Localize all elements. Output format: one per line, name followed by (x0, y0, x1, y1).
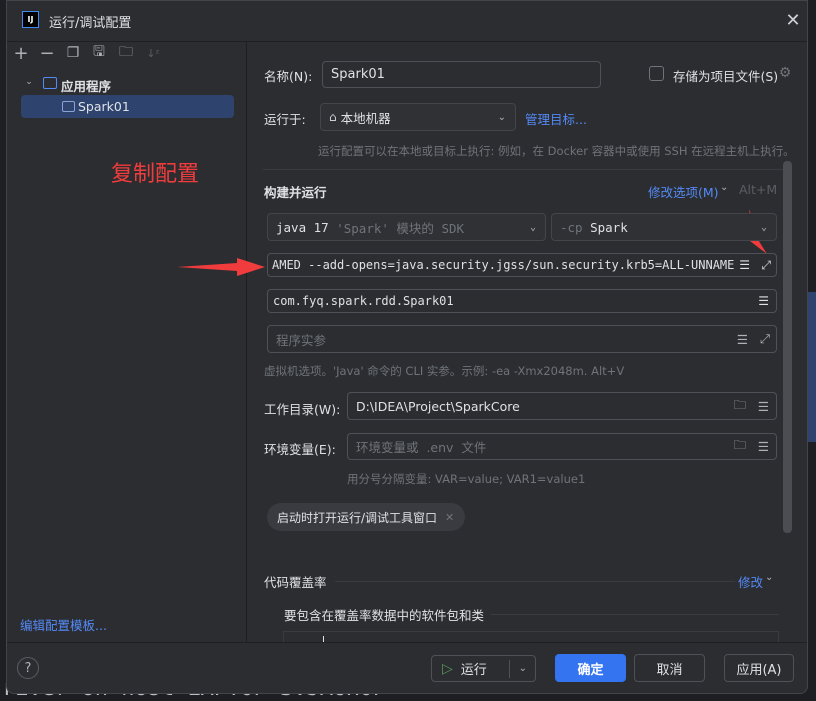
open-tool-window-chip[interactable]: 启动时打开运行/调试工具窗口 ✕ (267, 503, 465, 531)
help-icon[interactable]: ? (17, 657, 39, 679)
footer-divider (7, 642, 807, 643)
dialog-title: 运行/调试配置 (49, 16, 132, 31)
chevron-down-icon: ⌄ (720, 182, 729, 193)
environment-variables-placeholder: 环境变量或 .env 文件 (356, 440, 487, 455)
classpath-value: Spark (590, 219, 628, 235)
coverage-title: 代码覆盖率 (264, 575, 327, 590)
name-input[interactable]: Spark01 (322, 61, 601, 88)
add-icon[interactable]: + (13, 43, 29, 64)
expand-icon[interactable]: ⤢ (761, 257, 771, 273)
program-arguments-input[interactable]: 程序实参 ☰ ⤢ (267, 325, 777, 353)
run-on-value: 本地机器 (340, 110, 391, 126)
document-icon[interactable]: ☰ (758, 399, 769, 414)
annotation-arrow-left (177, 258, 265, 276)
sort-icon: ↓ᶻ (146, 46, 160, 60)
chevron-down-icon: ⌄ (497, 111, 506, 123)
run-label: 运行 (460, 663, 487, 678)
run-on-dropdown[interactable]: ⌂ 本地机器 ⌄ (320, 103, 516, 131)
editor-selection-band (808, 292, 816, 442)
vm-options-value: AMED --add-opens=java.security.jgss/sun.… (272, 258, 742, 272)
document-icon[interactable]: ☰ (735, 258, 750, 272)
new-folder-icon[interactable]: 🗀 (117, 43, 135, 63)
main-class-value: com.fyq.spark.rdd.Spark01 (273, 294, 454, 308)
document-icon[interactable]: ☰ (758, 294, 769, 308)
folder-icon[interactable]: 🗀 (733, 436, 746, 457)
edit-templates-link[interactable]: 编辑配置模板... (20, 615, 107, 634)
scrollbar-thumb[interactable] (783, 161, 792, 533)
name-label: 名称(N): (264, 69, 313, 84)
application-folder-icon (43, 77, 57, 89)
vm-options-input[interactable]: AMED --add-opens=java.security.jgss/sun.… (267, 253, 777, 277)
apply-button[interactable]: 应用(A) (724, 654, 794, 682)
chip-label: 启动时打开运行/调试工具窗口 (277, 510, 438, 525)
working-directory-value: D:\IDEA\Project\SparkCore (356, 398, 520, 414)
coverage-include-divider (491, 614, 779, 615)
jdk-dropdown[interactable]: java 17 'Spark' 模块的 SDK ⌄ (267, 213, 546, 241)
expand-icon[interactable]: ⤢ (760, 331, 770, 347)
environment-variables-label: 环境变量(E): (264, 442, 336, 457)
vm-options-hint: 虚拟机选项。'Java' 命令的 CLI 实参。示例: -ea -Xmx2048… (264, 364, 625, 378)
chevron-down-icon[interactable]: ⌄ (23, 75, 35, 89)
home-icon: ⌂ (329, 110, 337, 124)
main-class-input[interactable]: com.fyq.spark.rdd.Spark01 ☰ (267, 289, 777, 313)
tree-item-label: Spark01 (78, 99, 130, 114)
program-arguments-placeholder: 程序实参 (276, 332, 327, 348)
section-divider (263, 169, 783, 170)
store-as-project-file-label: 存储为项目文件(S) (673, 69, 779, 84)
coverage-divider (335, 581, 735, 582)
modify-options-link[interactable]: 修改选项(M) (648, 182, 719, 201)
jdk-value: java 17 (276, 219, 329, 235)
play-icon: ▷ (442, 660, 453, 677)
application-config-icon (62, 101, 75, 112)
chevron-down-icon: ⌄ (529, 221, 536, 233)
chevron-down-icon[interactable]: ⌄ (519, 663, 527, 674)
intellij-logo-icon: IJ (22, 11, 39, 28)
jdk-detail: 'Spark' 模块的 SDK (336, 220, 465, 236)
close-icon[interactable]: ✕ (783, 10, 803, 31)
save-icon[interactable]: 🖫 (91, 43, 107, 63)
environment-variables-input[interactable]: 环境变量或 .env 文件 🗀 ☰ (347, 433, 777, 460)
classpath-prefix: -cp (560, 219, 583, 235)
store-as-project-file-checkbox[interactable] (649, 66, 664, 81)
run-on-hint: 运行配置可以在本地或目标上执行: 例如，在 Docker 容器中或使用 SSH … (318, 144, 795, 158)
ok-button[interactable]: 确定 (555, 654, 626, 682)
document-icon[interactable]: ☰ (758, 439, 769, 454)
chevron-down-icon: ⌄ (765, 572, 774, 583)
chevron-down-icon: ⌄ (760, 221, 767, 233)
run-on-label: 运行于: (264, 112, 306, 127)
tree-group-application[interactable]: 应用程序 (61, 76, 111, 95)
build-run-title: 构建并运行 (264, 185, 327, 200)
classpath-dropdown[interactable]: -cp Spark ⌄ (551, 213, 777, 241)
run-debug-config-dialog: IJ 运行/调试配置 ✕ + − ❐ 🖫 🗀 ↓ᶻ ⌄ 应用程序 Spark01… (6, 0, 808, 694)
cancel-button[interactable]: 取消 (634, 654, 705, 682)
coverage-modify-link[interactable]: 修改 (738, 572, 763, 591)
gear-icon[interactable]: ⚙ (777, 65, 793, 81)
run-split-divider (509, 660, 510, 678)
copy-icon[interactable]: ❐ (65, 43, 81, 63)
annotation-copy-config: 复制配置 (111, 162, 200, 187)
run-button[interactable]: ▷ 运行 ⌄ (431, 655, 536, 682)
tree-item-spark01[interactable]: Spark01 (21, 95, 234, 118)
folder-icon[interactable]: 🗀 (733, 396, 746, 417)
remove-chip-icon[interactable]: ✕ (445, 511, 454, 524)
document-icon[interactable]: ☰ (737, 332, 748, 347)
working-directory-label: 工作目录(W): (264, 402, 341, 417)
environment-variables-hint: 用分号分隔变量: VAR=value; VAR1=value1 (347, 472, 586, 486)
remove-icon[interactable]: − (39, 43, 55, 64)
working-directory-input[interactable]: D:\IDEA\Project\SparkCore 🗀 ☰ (347, 392, 777, 420)
modify-options-shortcut: Alt+M (739, 182, 778, 197)
panel-divider (246, 42, 247, 642)
coverage-include-label: 要包含在覆盖率数据中的软件包和类 (284, 608, 485, 623)
manage-targets-link[interactable]: 管理目标... (525, 109, 587, 128)
